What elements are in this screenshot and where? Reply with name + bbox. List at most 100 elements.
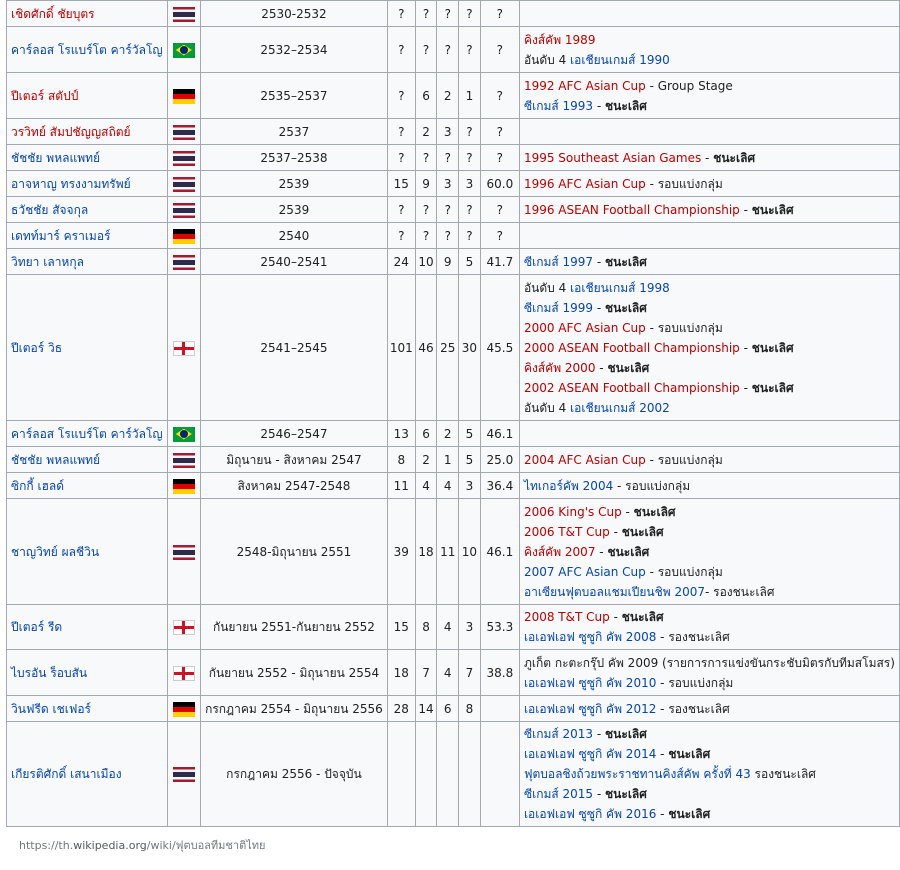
achievement-link[interactable]: คิงส์คัพ 1989: [524, 33, 596, 47]
achievement-link[interactable]: ไทเกอร์คัพ 2004: [524, 479, 613, 493]
lost-cell: ?: [458, 0, 481, 27]
achievement-link[interactable]: ซีเกมส์ 1997: [524, 255, 593, 269]
achievement-link[interactable]: 1992 AFC Asian Cup: [524, 79, 646, 93]
period-cell: 2548-มิถุนายน 2551: [200, 498, 388, 605]
achievement-result: ชนะเลิศ: [751, 380, 794, 395]
achievement-link[interactable]: 1995 Southeast Asian Games: [524, 151, 701, 165]
won-cell: ?: [414, 144, 438, 171]
achievement-text: - รอบแบ่งกลุ่ม: [656, 675, 734, 690]
coach-name-link[interactable]: วรวิทย์ สัมปชัญญสถิตย์: [6, 118, 168, 145]
england-flag-icon[interactable]: [172, 665, 195, 681]
achievement-link[interactable]: ฟุตบอลชิงถ้วยพระราชทานคิงส์คัพ ครั้งที่ …: [524, 767, 751, 781]
achievement-link[interactable]: เอเชียนเกมส์ 1990: [570, 53, 670, 67]
thailand-flag-icon[interactable]: [172, 124, 195, 140]
won-cell: 46: [414, 274, 438, 421]
coach-name-link[interactable]: วิทยา เลาหกุล: [6, 248, 168, 275]
achievement-text: -: [656, 747, 669, 761]
coach-name-link[interactable]: คาร์ลอส โรแบร์โต คาร์วัลโญ: [6, 26, 168, 73]
achievement-link[interactable]: 2000 ASEAN Football Championship: [524, 341, 740, 355]
achievement-link[interactable]: 2004 AFC Asian Cup: [524, 453, 646, 467]
achievement-link[interactable]: 2000 AFC Asian Cup: [524, 321, 646, 335]
achievement-link[interactable]: คิงส์คัพ 2007: [524, 545, 596, 559]
achievement-link[interactable]: 2007 AFC Asian Cup: [524, 565, 646, 579]
table-row: คาร์ลอส โรแบร์โต คาร์วัลโญ 2546–2547 13 6 2 5…: [6, 420, 900, 447]
source-url[interactable]: https://th.wikipedia.org/wiki/ฟุตบอลทีมช…: [19, 836, 265, 854]
achievement-link[interactable]: ซีเกมส์ 2015: [524, 787, 593, 801]
achievement-line: 2008 T&T Cup - ชนะเลิศ: [524, 607, 895, 627]
achievement-link[interactable]: ซีเกมส์ 2013: [524, 727, 593, 741]
played-cell: 8: [386, 446, 416, 473]
coach-name-link[interactable]: เดทท์มาร์ คราเมอร์: [6, 222, 168, 249]
thailand-flag-icon[interactable]: [172, 202, 195, 218]
achievement-result: ชนะเลิศ: [621, 524, 664, 539]
achievement-link[interactable]: เอเอฟเอฟ ซูซูกิ คัพ 2016: [524, 807, 656, 821]
achievement-link[interactable]: คิงส์คัพ 2000: [524, 361, 596, 375]
achievement-link[interactable]: เอเอฟเอฟ ซูซูกิ คัพ 2014: [524, 747, 656, 761]
drawn-cell: 3: [436, 118, 460, 145]
thailand-flag-icon[interactable]: [172, 176, 195, 192]
coach-name-link[interactable]: เชิดศักดิ์ ชัยบุตร: [6, 0, 168, 27]
coach-name-link[interactable]: ชัชชัย พหลแพทย์: [6, 144, 168, 171]
achievement-link[interactable]: อาเซียนฟุตบอลแชมเปียนชิพ 2007: [524, 585, 705, 599]
germany-flag-icon[interactable]: [172, 88, 195, 104]
achievement-link[interactable]: ซีเกมส์ 1999: [524, 301, 593, 315]
achievement-line: ซีเกมส์ 1999 - ชนะเลิศ: [524, 298, 895, 318]
coach-name-link[interactable]: ปีเตอร์ วิธ: [6, 274, 168, 421]
achievement-line: ซีเกมส์ 1997 - ชนะเลิศ: [524, 252, 895, 272]
achievement-link[interactable]: เอเอฟเอฟ ซูซูกิ คัพ 2012: [524, 702, 656, 716]
coach-name-link[interactable]: วินฟรีด เชเฟอร์: [6, 695, 168, 722]
thailand-flag-icon[interactable]: [172, 254, 195, 270]
achievement-link[interactable]: เอเชียนเกมส์ 2002: [570, 401, 670, 415]
won-cell: 14: [414, 695, 438, 722]
thailand-flag-icon[interactable]: [172, 150, 195, 166]
coach-name-link[interactable]: ธวัชชัย สัจจกุล: [6, 196, 168, 223]
played-cell: ?: [386, 72, 416, 119]
period-cell: 2546–2547: [200, 420, 388, 447]
thailand-flag-icon[interactable]: [172, 452, 195, 468]
achievement-link[interactable]: เอเอฟเอฟ ซูซูกิ คัพ 2008: [524, 630, 656, 644]
brazil-flag-icon[interactable]: [172, 42, 195, 58]
achievement-text: - รอบแบ่งกลุ่ม: [645, 564, 723, 579]
england-flag-icon[interactable]: [172, 620, 195, 635]
england-flag-icon[interactable]: [172, 340, 195, 356]
achievement-link[interactable]: ซีเกมส์ 1993: [524, 99, 593, 113]
thailand-flag-icon[interactable]: [172, 544, 195, 560]
played-cell: 39: [386, 498, 416, 605]
achievement-link[interactable]: 2006 T&T Cup: [524, 525, 610, 539]
germany-flag-icon[interactable]: [172, 478, 195, 494]
achievement-link[interactable]: 1996 AFC Asian Cup: [524, 177, 646, 191]
achievement-link[interactable]: 2006 King's Cup: [524, 505, 622, 519]
brazil-flag-icon[interactable]: [172, 426, 195, 442]
lost-cell: 7: [458, 649, 481, 696]
lost-cell: ?: [458, 118, 481, 145]
achievement-link[interactable]: เอเอฟเอฟ ซูซูกิ คัพ 2010: [524, 676, 656, 690]
achievement-line: ซีเกมส์ 2015 - ชนะเลิศ: [524, 784, 895, 804]
thailand-flag-icon[interactable]: [172, 767, 195, 782]
coach-name-link[interactable]: ปีเตอร์ รีด: [6, 604, 168, 650]
coaches-table-body: เชิดศักดิ์ ชัยบุตร 2530-2532????? คาร์ลอส …: [6, 0, 900, 827]
achievement-text: อันดับ 4: [523, 400, 571, 415]
germany-flag-icon[interactable]: [172, 701, 195, 717]
achievements-cell: เอเอฟเอฟ ซูซูกิ คัพ 2012 - รองชนะเลิศ: [518, 695, 900, 722]
achievements-cell: [518, 222, 900, 249]
achievement-text: - รองชนะเลิศ: [656, 630, 730, 644]
period-cell: 2539: [200, 170, 388, 197]
coach-name-link[interactable]: ซิกกี้ เฮลด์: [6, 472, 168, 499]
coach-name-link[interactable]: คาร์ลอส โรแบร์โต คาร์วัลโญ: [6, 420, 168, 447]
coach-name-link[interactable]: ปีเตอร์ สตัปป์: [6, 72, 168, 119]
achievement-result: ชนะเลิศ: [605, 254, 647, 269]
achievement-text: - รอบแบ่งกลุ่ม: [645, 320, 723, 335]
lost-cell: ?: [458, 222, 481, 249]
coach-name-link[interactable]: อาจหาญ ทรงงามทรัพย์: [6, 170, 168, 197]
germany-flag-icon[interactable]: [172, 228, 195, 244]
coach-name-link[interactable]: ชาญวิทย์ ผลชีวิน: [6, 498, 168, 605]
coach-name-link[interactable]: ไบรอัน ร็อบสัน: [6, 649, 168, 696]
coach-name-link[interactable]: เกียรติศักดิ์ เสนาเมือง: [6, 721, 168, 827]
played-cell: 15: [386, 604, 416, 650]
achievement-link[interactable]: 1996 ASEAN Football Championship: [524, 203, 740, 217]
achievement-link[interactable]: เอเชียนเกมส์ 1998: [570, 281, 670, 295]
achievement-link[interactable]: 2008 T&T Cup: [524, 610, 610, 624]
thailand-flag-icon[interactable]: [172, 6, 195, 22]
coach-name-link[interactable]: ชัชชัย พหลแพทย์: [6, 446, 168, 473]
achievement-link[interactable]: 2002 ASEAN Football Championship: [524, 381, 740, 395]
